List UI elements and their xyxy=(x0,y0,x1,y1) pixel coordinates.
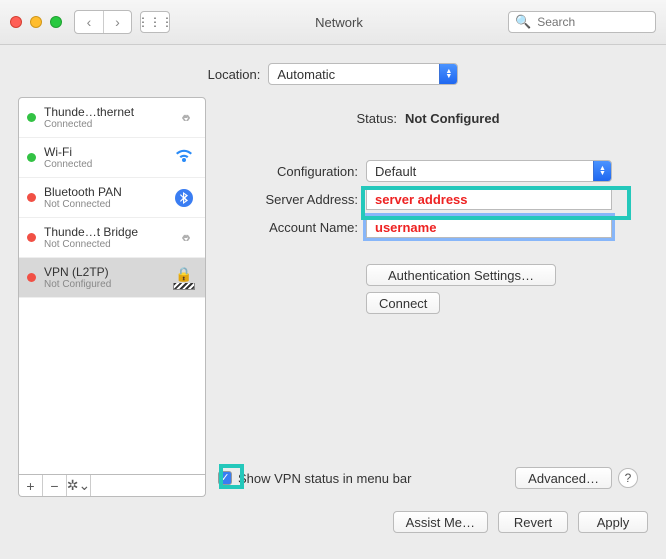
sidebar-item-bluetooth-pan[interactable]: Bluetooth PAN Not Connected xyxy=(19,178,205,218)
chevron-right-icon: › xyxy=(115,14,120,30)
interface-list: Thunde…thernet Connected ‹··› Wi-Fi Conn… xyxy=(18,97,206,475)
gear-icon: ✲⌄ xyxy=(67,477,90,494)
sidebar-item-label: Wi-Fi xyxy=(44,145,163,159)
authentication-settings-button[interactable]: Authentication Settings… xyxy=(366,264,556,286)
back-button[interactable]: ‹ xyxy=(75,11,103,33)
grid-icon: ⋮⋮⋮ xyxy=(137,15,173,29)
sidebar-item-label: Bluetooth PAN xyxy=(44,185,163,199)
status-label: Status: xyxy=(356,111,396,126)
question-icon: ? xyxy=(625,471,632,485)
apply-button[interactable]: Apply xyxy=(578,511,648,533)
sidebar-item-label: VPN (L2TP) xyxy=(44,265,163,279)
show-vpn-status-checkbox[interactable]: ✓ xyxy=(218,471,232,485)
sidebar-footer: + − ✲⌄ xyxy=(18,475,206,497)
forward-button[interactable]: › xyxy=(103,11,131,33)
remove-interface-button[interactable]: − xyxy=(43,475,67,496)
revert-button[interactable]: Revert xyxy=(498,511,568,533)
ethernet-icon: ‹··› xyxy=(181,109,186,127)
toolbar: ‹ › ⋮⋮⋮ Network 🔍 xyxy=(0,0,666,45)
add-interface-button[interactable]: + xyxy=(19,475,43,496)
sidebar-item-sub: Connected xyxy=(44,159,163,170)
status-dot-icon xyxy=(27,233,36,242)
sidebar-item-thunderbolt-ethernet[interactable]: Thunde…thernet Connected ‹··› xyxy=(19,98,205,138)
sidebar-item-vpn[interactable]: VPN (L2TP) Not Configured 🔒 xyxy=(19,258,205,298)
status-dot-icon xyxy=(27,193,36,202)
configuration-select-value: Default xyxy=(375,164,416,179)
search-icon: 🔍 xyxy=(515,14,531,30)
status-dot-icon xyxy=(27,153,36,162)
sidebar-item-sub: Not Configured xyxy=(44,279,163,290)
show-vpn-status-label: Show VPN status in menu bar xyxy=(238,471,411,486)
nav-buttons: ‹ › xyxy=(74,10,132,34)
updown-icon: ▲▼ xyxy=(439,64,457,84)
account-name-label: Account Name: xyxy=(218,220,358,235)
search-input[interactable] xyxy=(535,14,649,30)
account-name-field[interactable] xyxy=(366,216,612,238)
minimize-window-button[interactable] xyxy=(30,16,42,28)
window-controls xyxy=(10,16,62,28)
sidebar-item-thunderbolt-bridge[interactable]: Thunde…t Bridge Not Connected ‹··› xyxy=(19,218,205,258)
zoom-window-button[interactable] xyxy=(50,16,62,28)
status-dot-icon xyxy=(27,273,36,282)
ethernet-icon: ‹··› xyxy=(181,229,186,247)
location-row: Location: Automatic ▲▼ xyxy=(0,45,666,97)
connect-button[interactable]: Connect xyxy=(366,292,440,314)
detail-panel: Status: Not Configured Configuration: De… xyxy=(218,97,648,497)
advanced-button[interactable]: Advanced… xyxy=(515,467,612,489)
server-address-field[interactable] xyxy=(366,188,612,210)
search-field[interactable]: 🔍 xyxy=(508,11,656,33)
sidebar-item-sub: Connected xyxy=(44,119,163,130)
vpn-lock-icon: 🔒 xyxy=(174,266,194,290)
plus-icon: + xyxy=(26,478,34,494)
server-address-label: Server Address: xyxy=(218,192,358,207)
minus-icon: − xyxy=(50,478,58,494)
content: Thunde…thernet Connected ‹··› Wi-Fi Conn… xyxy=(0,97,666,497)
sidebar-item-wifi[interactable]: Wi-Fi Connected xyxy=(19,138,205,178)
assist-me-button[interactable]: Assist Me… xyxy=(393,511,488,533)
chevron-left-icon: ‹ xyxy=(87,14,92,30)
sidebar-item-label: Thunde…thernet xyxy=(44,105,163,119)
account-name-input[interactable] xyxy=(373,217,605,237)
configuration-select[interactable]: Default ▲▼ xyxy=(366,160,612,182)
sidebar: Thunde…thernet Connected ‹··› Wi-Fi Conn… xyxy=(18,97,206,497)
status-dot-icon xyxy=(27,113,36,122)
dialog-buttons: Assist Me… Revert Apply xyxy=(0,497,666,533)
window-title: Network xyxy=(170,15,508,30)
wifi-icon xyxy=(173,148,195,167)
updown-icon: ▲▼ xyxy=(593,161,611,181)
configuration-label: Configuration: xyxy=(218,164,358,179)
sidebar-item-sub: Not Connected xyxy=(44,199,163,210)
location-select[interactable]: Automatic ▲▼ xyxy=(268,63,458,85)
server-address-input[interactable] xyxy=(373,189,605,209)
close-window-button[interactable] xyxy=(10,16,22,28)
show-all-button[interactable]: ⋮⋮⋮ xyxy=(140,11,170,33)
location-select-value: Automatic xyxy=(277,67,335,82)
help-button[interactable]: ? xyxy=(618,468,638,488)
status-value: Not Configured xyxy=(405,111,500,126)
location-label: Location: xyxy=(208,67,261,82)
sidebar-item-sub: Not Connected xyxy=(44,239,163,250)
action-menu-button[interactable]: ✲⌄ xyxy=(67,475,91,496)
sidebar-item-label: Thunde…t Bridge xyxy=(44,225,163,239)
bluetooth-icon xyxy=(175,189,193,207)
